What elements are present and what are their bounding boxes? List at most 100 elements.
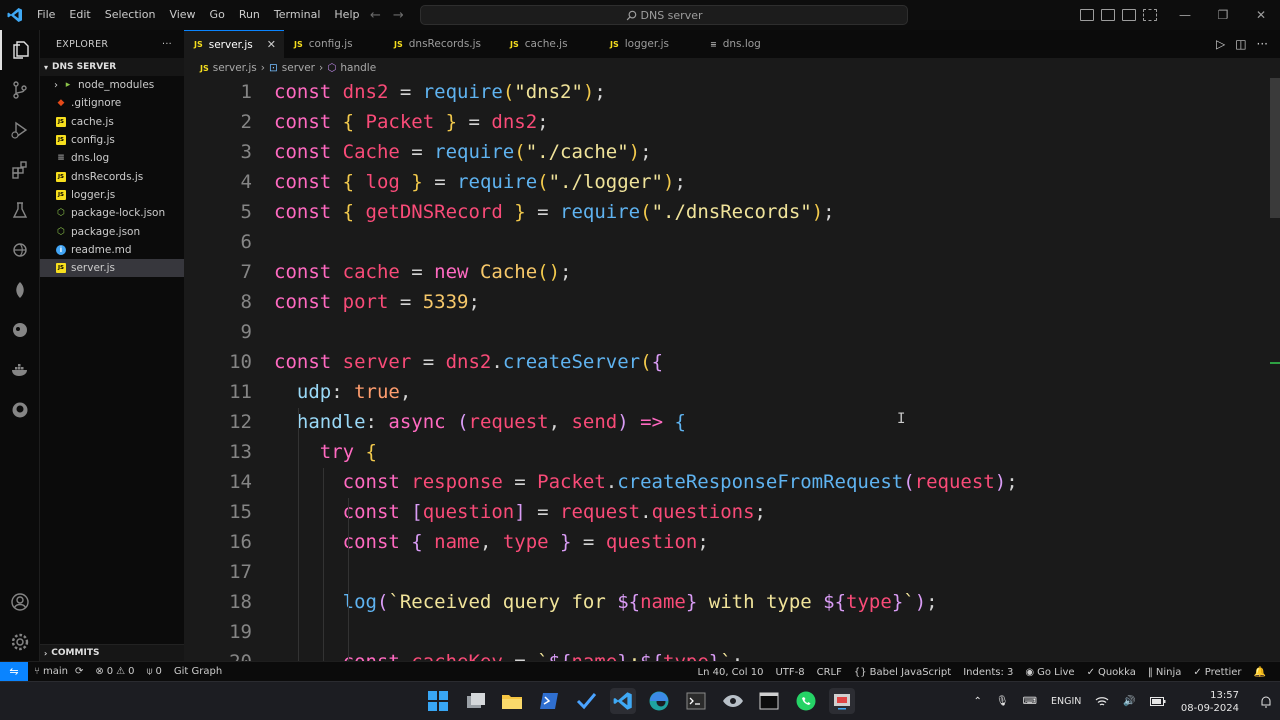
tab-label: config.js bbox=[308, 38, 353, 50]
forward-arrow-icon[interactable]: → bbox=[393, 8, 404, 23]
remote-explorer-icon[interactable] bbox=[0, 230, 40, 270]
indentation-selector[interactable]: Indents: 3 bbox=[957, 667, 1019, 678]
toggle-secondary-sidebar-icon[interactable] bbox=[1122, 9, 1136, 21]
editor-scrollbar[interactable] bbox=[1268, 78, 1280, 661]
language-mode[interactable]: {} Babel JavaScript bbox=[848, 667, 957, 678]
breadcrumb-object[interactable]: server bbox=[282, 62, 315, 74]
github-icon[interactable] bbox=[0, 390, 40, 430]
git-graph-button[interactable]: Git Graph bbox=[168, 666, 228, 677]
branch-status[interactable]: ⑂ main ⟳ bbox=[28, 666, 89, 677]
terminal-icon[interactable] bbox=[683, 688, 709, 714]
source-control-icon[interactable] bbox=[0, 70, 40, 110]
menu-run[interactable]: Run bbox=[232, 0, 267, 30]
file-tree-item[interactable]: i readme.md bbox=[40, 241, 184, 259]
menu-terminal[interactable]: Terminal bbox=[267, 0, 328, 30]
commits-section-header[interactable]: › COMMITS bbox=[40, 644, 184, 661]
notification-center-icon[interactable] bbox=[1253, 696, 1280, 708]
eye-app-icon[interactable] bbox=[720, 688, 746, 714]
file-tree-item[interactable]: ≡ dns.log bbox=[40, 149, 184, 167]
minimize-icon[interactable]: — bbox=[1166, 0, 1204, 30]
todo-check-icon[interactable] bbox=[573, 688, 599, 714]
menu-selection[interactable]: Selection bbox=[98, 0, 163, 30]
go-live-button[interactable]: ◉ Go Live bbox=[1019, 667, 1080, 678]
code-token: const bbox=[342, 531, 412, 553]
input-language[interactable]: ENG IN bbox=[1044, 695, 1088, 708]
close-window-icon[interactable]: ✕ bbox=[1242, 0, 1280, 30]
restore-icon[interactable]: ❐ bbox=[1204, 0, 1242, 30]
file-tree-item[interactable]: ◆ .gitignore bbox=[40, 94, 184, 112]
explorer-icon[interactable] bbox=[0, 30, 40, 70]
microphone-icon[interactable]: 🎙 bbox=[989, 696, 1016, 707]
code-editor[interactable]: 1 const dns2 = require("dns2"); 2 const { P… bbox=[184, 78, 1280, 661]
volume-icon[interactable]: 🔊 bbox=[1116, 696, 1142, 707]
clock[interactable]: 13:57 08-09-2024 bbox=[1173, 689, 1253, 715]
file-explorer-icon[interactable] bbox=[499, 688, 525, 714]
notifications-bell-icon[interactable]: 🔔 bbox=[1248, 667, 1272, 678]
testing-flask-icon[interactable] bbox=[0, 190, 40, 230]
cmd-window-icon[interactable] bbox=[756, 688, 782, 714]
breadcrumb-function[interactable]: handle bbox=[340, 62, 376, 74]
eol-selector[interactable]: CRLF bbox=[811, 667, 848, 678]
file-tree-item[interactable]: ⬡ package.json bbox=[40, 222, 184, 240]
file-tree-item[interactable]: JS cache.js bbox=[40, 113, 184, 131]
keyboard-icon[interactable]: ⌨ bbox=[1016, 696, 1044, 707]
menu-go[interactable]: Go bbox=[203, 0, 232, 30]
menu-view[interactable]: View bbox=[162, 0, 202, 30]
problems-status[interactable]: ⊗ 0 ⚠ 0 bbox=[89, 666, 140, 677]
ninja-button[interactable]: ‖ Ninja bbox=[1142, 667, 1188, 678]
tab-dnsrecords-js[interactable]: JS dnsRecords.js bbox=[384, 30, 500, 58]
run-code-icon[interactable]: ▷ bbox=[1216, 37, 1225, 51]
tab-config-js[interactable]: JS config.js bbox=[284, 30, 384, 58]
battery-icon[interactable] bbox=[1143, 697, 1173, 706]
more-actions-icon[interactable]: ··· bbox=[1257, 37, 1268, 51]
cursor-position[interactable]: Ln 40, Col 10 bbox=[692, 667, 770, 678]
file-tree-item[interactable]: JS logger.js bbox=[40, 186, 184, 204]
run-debug-icon[interactable] bbox=[0, 110, 40, 150]
ports-status[interactable]: ⍦ 0 bbox=[141, 666, 168, 677]
code-token: createResponseFromRequest bbox=[617, 471, 904, 493]
file-tree-item[interactable]: JS config.js bbox=[40, 131, 184, 149]
close-tab-icon[interactable]: ✕ bbox=[267, 38, 276, 51]
task-view-icon[interactable] bbox=[463, 688, 489, 714]
wifi-icon[interactable] bbox=[1088, 696, 1116, 707]
edge-browser-icon[interactable] bbox=[646, 688, 672, 714]
back-arrow-icon[interactable]: ← bbox=[370, 8, 381, 23]
accounts-icon[interactable] bbox=[0, 582, 40, 622]
mongodb-leaf-icon[interactable] bbox=[0, 270, 40, 310]
whatsapp-icon[interactable] bbox=[793, 688, 819, 714]
menu-help[interactable]: Help bbox=[327, 0, 366, 30]
menu-edit[interactable]: Edit bbox=[62, 0, 97, 30]
powershell-icon[interactable] bbox=[536, 688, 562, 714]
file-tree-item[interactable]: ⬡ package-lock.json bbox=[40, 204, 184, 222]
recording-app-icon[interactable] bbox=[829, 688, 855, 714]
file-tree-item[interactable]: JS dnsRecords.js bbox=[40, 167, 184, 185]
file-tree-item[interactable]: JS server.js bbox=[40, 258, 184, 278]
menu-file[interactable]: File bbox=[30, 0, 62, 30]
tab-cache-js[interactable]: JS cache.js bbox=[500, 30, 600, 58]
tab-dns-log[interactable]: ≡ dns.log bbox=[700, 30, 800, 58]
file-tree-item[interactable]: › ▸ node_modules bbox=[40, 76, 184, 94]
tab-server-js[interactable]: JS server.js ✕ bbox=[184, 30, 284, 58]
windows-start-icon[interactable] bbox=[425, 688, 451, 714]
more-actions-icon[interactable]: ··· bbox=[162, 39, 172, 50]
docker-icon[interactable] bbox=[0, 350, 40, 390]
quokka-button[interactable]: ✓ Quokka bbox=[1081, 667, 1142, 678]
vscode-taskbar-icon[interactable] bbox=[610, 688, 636, 714]
quokka-icon[interactable] bbox=[0, 310, 40, 350]
command-center-search[interactable]: DNS server bbox=[420, 5, 908, 25]
navigation-arrows: ← → bbox=[370, 0, 404, 30]
extensions-icon[interactable] bbox=[0, 150, 40, 190]
toggle-panel-icon[interactable] bbox=[1101, 9, 1115, 21]
encoding-selector[interactable]: UTF-8 bbox=[769, 667, 810, 678]
scrollbar-thumb[interactable] bbox=[1270, 78, 1280, 218]
workspace-folder-header[interactable]: ▾ DNS SERVER bbox=[40, 58, 184, 76]
toggle-primary-sidebar-icon[interactable] bbox=[1080, 9, 1094, 21]
split-editor-icon[interactable]: ◫ bbox=[1235, 37, 1246, 51]
remote-indicator-icon[interactable]: ⇋ bbox=[0, 661, 28, 682]
chevron-up-icon[interactable]: ⌃ bbox=[966, 696, 988, 707]
breadcrumb-file[interactable]: server.js bbox=[213, 62, 257, 74]
prettier-button[interactable]: ✓ Prettier bbox=[1187, 667, 1247, 678]
customize-layout-icon[interactable] bbox=[1143, 9, 1157, 21]
settings-gear-icon[interactable] bbox=[0, 622, 40, 662]
tab-logger-js[interactable]: JS logger.js bbox=[600, 30, 700, 58]
